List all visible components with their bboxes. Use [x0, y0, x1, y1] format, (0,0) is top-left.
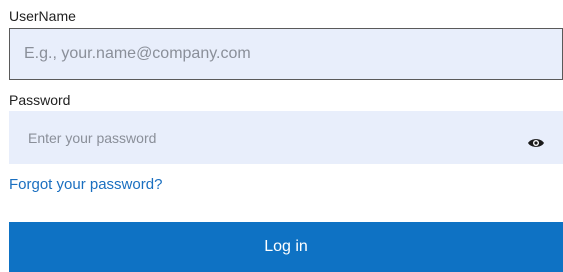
eye-icon[interactable]	[527, 136, 545, 148]
username-field-container	[9, 28, 563, 80]
username-input[interactable]	[10, 29, 562, 79]
forgot-password-link[interactable]: Forgot your password?	[9, 176, 162, 194]
login-button[interactable]: Log in	[9, 222, 563, 272]
password-input[interactable]	[9, 111, 563, 164]
username-label: UserName	[9, 8, 76, 24]
password-field-container	[9, 111, 563, 164]
login-form: UserName Password Forgot your password? …	[0, 0, 563, 272]
password-label: Password	[9, 92, 71, 108]
